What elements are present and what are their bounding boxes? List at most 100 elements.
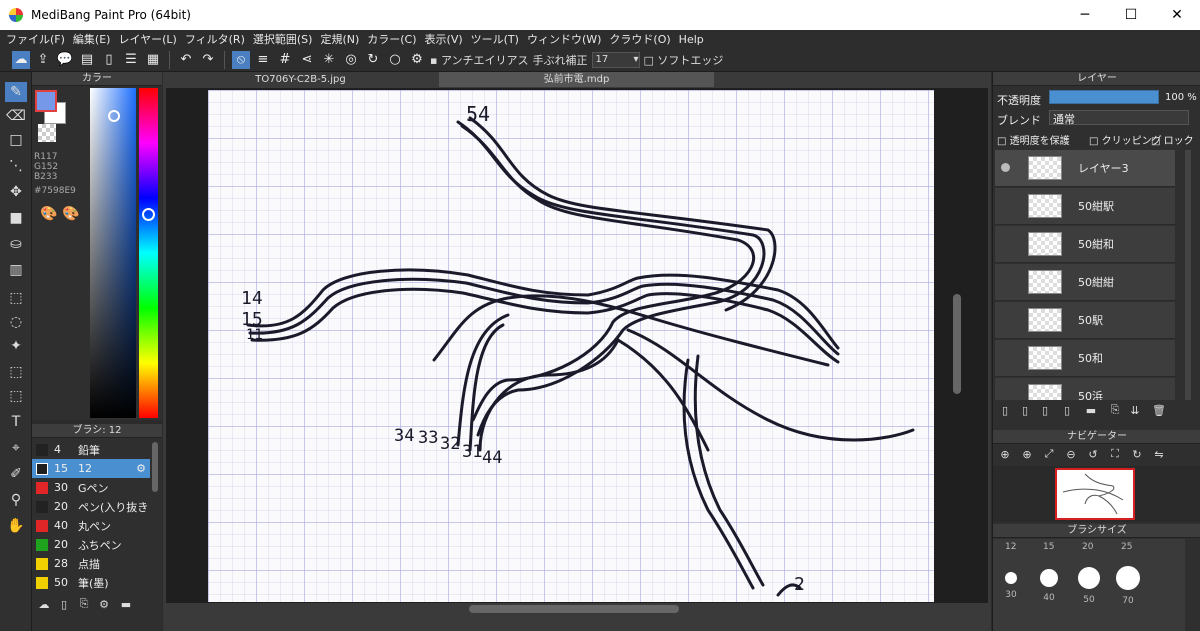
layer-list-scrollbar[interactable]: [1185, 150, 1191, 400]
brush-size-50[interactable]: 50: [1078, 567, 1100, 605]
copy-brush-icon[interactable]: ⎘: [76, 596, 92, 612]
layer-row[interactable]: 50紺駅: [995, 188, 1175, 225]
layer-row[interactable]: 50駅: [995, 302, 1175, 339]
menu-selection[interactable]: 選択範囲(S): [253, 31, 313, 47]
protect-alpha-checkbox[interactable]: □ 透明度を保護: [997, 132, 1070, 147]
fill-rect-tool-icon[interactable]: ■: [5, 208, 27, 228]
brush-cloud-icon[interactable]: ☁: [36, 596, 52, 612]
operation-tool-icon[interactable]: ⌖: [5, 438, 27, 458]
hue-slider-handle[interactable]: [142, 208, 155, 221]
bucket-tool-icon[interactable]: ⛀: [5, 234, 27, 254]
zoom-out-icon[interactable]: ⊖: [1063, 446, 1079, 462]
select-rect-tool-icon[interactable]: ⬚: [5, 288, 27, 308]
parallel-snap-icon[interactable]: ≡: [254, 51, 272, 69]
hue-slider[interactable]: [139, 88, 158, 418]
stabilizer-select[interactable]: 17 ▾: [591, 51, 640, 68]
document-icon[interactable]: ▯: [100, 51, 118, 69]
lock-checkbox[interactable]: □ ロック: [1151, 132, 1194, 147]
palette-icon[interactable]: 🎨: [40, 206, 57, 222]
redo-icon[interactable]: ↷: [199, 51, 217, 69]
radial-snap-icon[interactable]: ✳: [320, 51, 338, 69]
curve-snap-icon[interactable]: ↻: [364, 51, 382, 69]
menu-window[interactable]: ウィンドウ(W): [527, 31, 601, 47]
cross-snap-icon[interactable]: #: [276, 51, 294, 69]
brush-size-20[interactable]: 20: [1082, 542, 1093, 552]
brush-settings-icon[interactable]: ⚙: [96, 596, 112, 612]
sv-picker-handle[interactable]: [108, 110, 120, 122]
snap-settings-icon[interactable]: ⚙: [408, 51, 426, 69]
zoom-in-icon[interactable]: ⊕: [997, 446, 1013, 462]
comment-icon[interactable]: 💬: [56, 51, 74, 69]
foreground-color-swatch[interactable]: [35, 90, 57, 112]
brush-size-15[interactable]: 15: [1043, 542, 1054, 552]
zoom-in-alt-icon[interactable]: ⊕: [1019, 446, 1035, 462]
opacity-slider[interactable]: [1049, 90, 1159, 104]
saturation-value-picker[interactable]: [90, 88, 136, 418]
select-pen-tool-icon[interactable]: ⬚: [5, 362, 27, 382]
brush-item[interactable]: 20 ペン(入り抜き: [32, 497, 150, 516]
note-icon[interactable]: ▤: [78, 51, 96, 69]
trash-icon[interactable]: 🗑: [1151, 402, 1167, 418]
cloud-icon[interactable]: ☁: [12, 50, 30, 69]
maximize-button[interactable]: ☐: [1108, 7, 1154, 23]
brush-item[interactable]: 30 Gペン: [32, 478, 150, 497]
transparent-color-swatch[interactable]: [38, 124, 56, 142]
brush-tool-icon[interactable]: ✎: [5, 82, 27, 102]
text-tool-icon[interactable]: T: [5, 412, 27, 432]
vanishing-point-icon[interactable]: ⋖: [298, 51, 316, 69]
circle-snap-icon[interactable]: ◎: [342, 51, 360, 69]
new-layer-icon[interactable]: ▯: [997, 402, 1013, 418]
layer-visibility-icon[interactable]: [1001, 163, 1010, 172]
menu-view[interactable]: 表示(V): [425, 31, 463, 47]
brush-list-scrollbar[interactable]: [152, 442, 158, 492]
rectangle-tool-icon[interactable]: □: [5, 130, 27, 150]
lasso-tool-icon[interactable]: ◌: [5, 312, 27, 332]
select-eraser-tool-icon[interactable]: ⬚: [5, 386, 27, 406]
brush-item[interactable]: 40 丸ペン: [32, 516, 150, 535]
gear-icon[interactable]: ⚙: [136, 462, 146, 475]
layer-row[interactable]: 50浜: [995, 378, 1175, 400]
brush-item-selected[interactable]: 15 12 ⚙: [32, 459, 150, 478]
minimize-button[interactable]: ─: [1062, 7, 1108, 23]
menu-filter[interactable]: フィルタ(R): [185, 31, 245, 47]
menu-layer[interactable]: レイヤー(L): [118, 31, 176, 47]
layer-row[interactable]: 50和: [995, 340, 1175, 377]
soft-edge-checkbox[interactable]: □ ソフトエッジ: [644, 52, 724, 68]
brush-item[interactable]: 50 筆(墨): [32, 573, 150, 592]
magic-wand-tool-icon[interactable]: ✦: [5, 336, 27, 356]
brush-size-70[interactable]: 70: [1116, 566, 1140, 606]
layer-row[interactable]: 50紺和: [995, 226, 1175, 263]
menu-edit[interactable]: 編集(E): [73, 31, 111, 47]
new-halftone-layer-icon[interactable]: ▯: [1017, 402, 1033, 418]
antialias-checkbox[interactable]: ▪ アンチエイリアス: [430, 52, 529, 68]
menu-cloud[interactable]: クラウド(O): [609, 31, 670, 47]
close-button[interactable]: ✕: [1154, 7, 1200, 23]
brush-size-40[interactable]: 40: [1040, 569, 1058, 603]
menu-file[interactable]: ファイル(F): [6, 31, 65, 47]
actual-size-icon[interactable]: ⛶: [1107, 446, 1123, 462]
gradient-tool-icon[interactable]: ▥: [5, 260, 27, 280]
tab-current-document[interactable]: 弘前市電.mdp: [439, 72, 714, 87]
new-brush-icon[interactable]: ▯: [56, 596, 72, 612]
flip-icon[interactable]: ⇋: [1151, 446, 1167, 462]
menu-color[interactable]: カラー(C): [367, 31, 416, 47]
list-icon[interactable]: ☰: [122, 51, 140, 69]
menu-help[interactable]: Help: [679, 33, 704, 46]
hand-tool-icon[interactable]: ✋: [5, 516, 27, 536]
menu-tool[interactable]: ツール(T): [471, 31, 519, 47]
eyedropper-tool-icon[interactable]: ⚲: [5, 490, 27, 510]
rotate-left-icon[interactable]: ↺: [1085, 446, 1101, 462]
navigator-preview[interactable]: [1055, 468, 1135, 520]
brush-item[interactable]: 20 ふちペン: [32, 535, 150, 554]
blur-tool-icon[interactable]: ✐: [5, 464, 27, 484]
dot-tool-icon[interactable]: ⋱: [5, 156, 27, 176]
drawing-canvas[interactable]: 54 14 15 11 34 33 32 31 44 2: [208, 90, 934, 602]
new-1bit-layer-icon[interactable]: ▯: [1037, 402, 1053, 418]
add-material-icon[interactable]: ▯: [1059, 402, 1075, 418]
brush-folder-icon[interactable]: ▬: [118, 596, 134, 612]
blend-select[interactable]: 通常: [1049, 110, 1189, 126]
horizontal-scrollbar[interactable]: [469, 605, 679, 613]
brush-item[interactable]: 4 鉛筆: [32, 440, 150, 459]
brush-size-12[interactable]: 12: [1005, 542, 1016, 552]
vertical-scrollbar[interactable]: [953, 294, 961, 394]
